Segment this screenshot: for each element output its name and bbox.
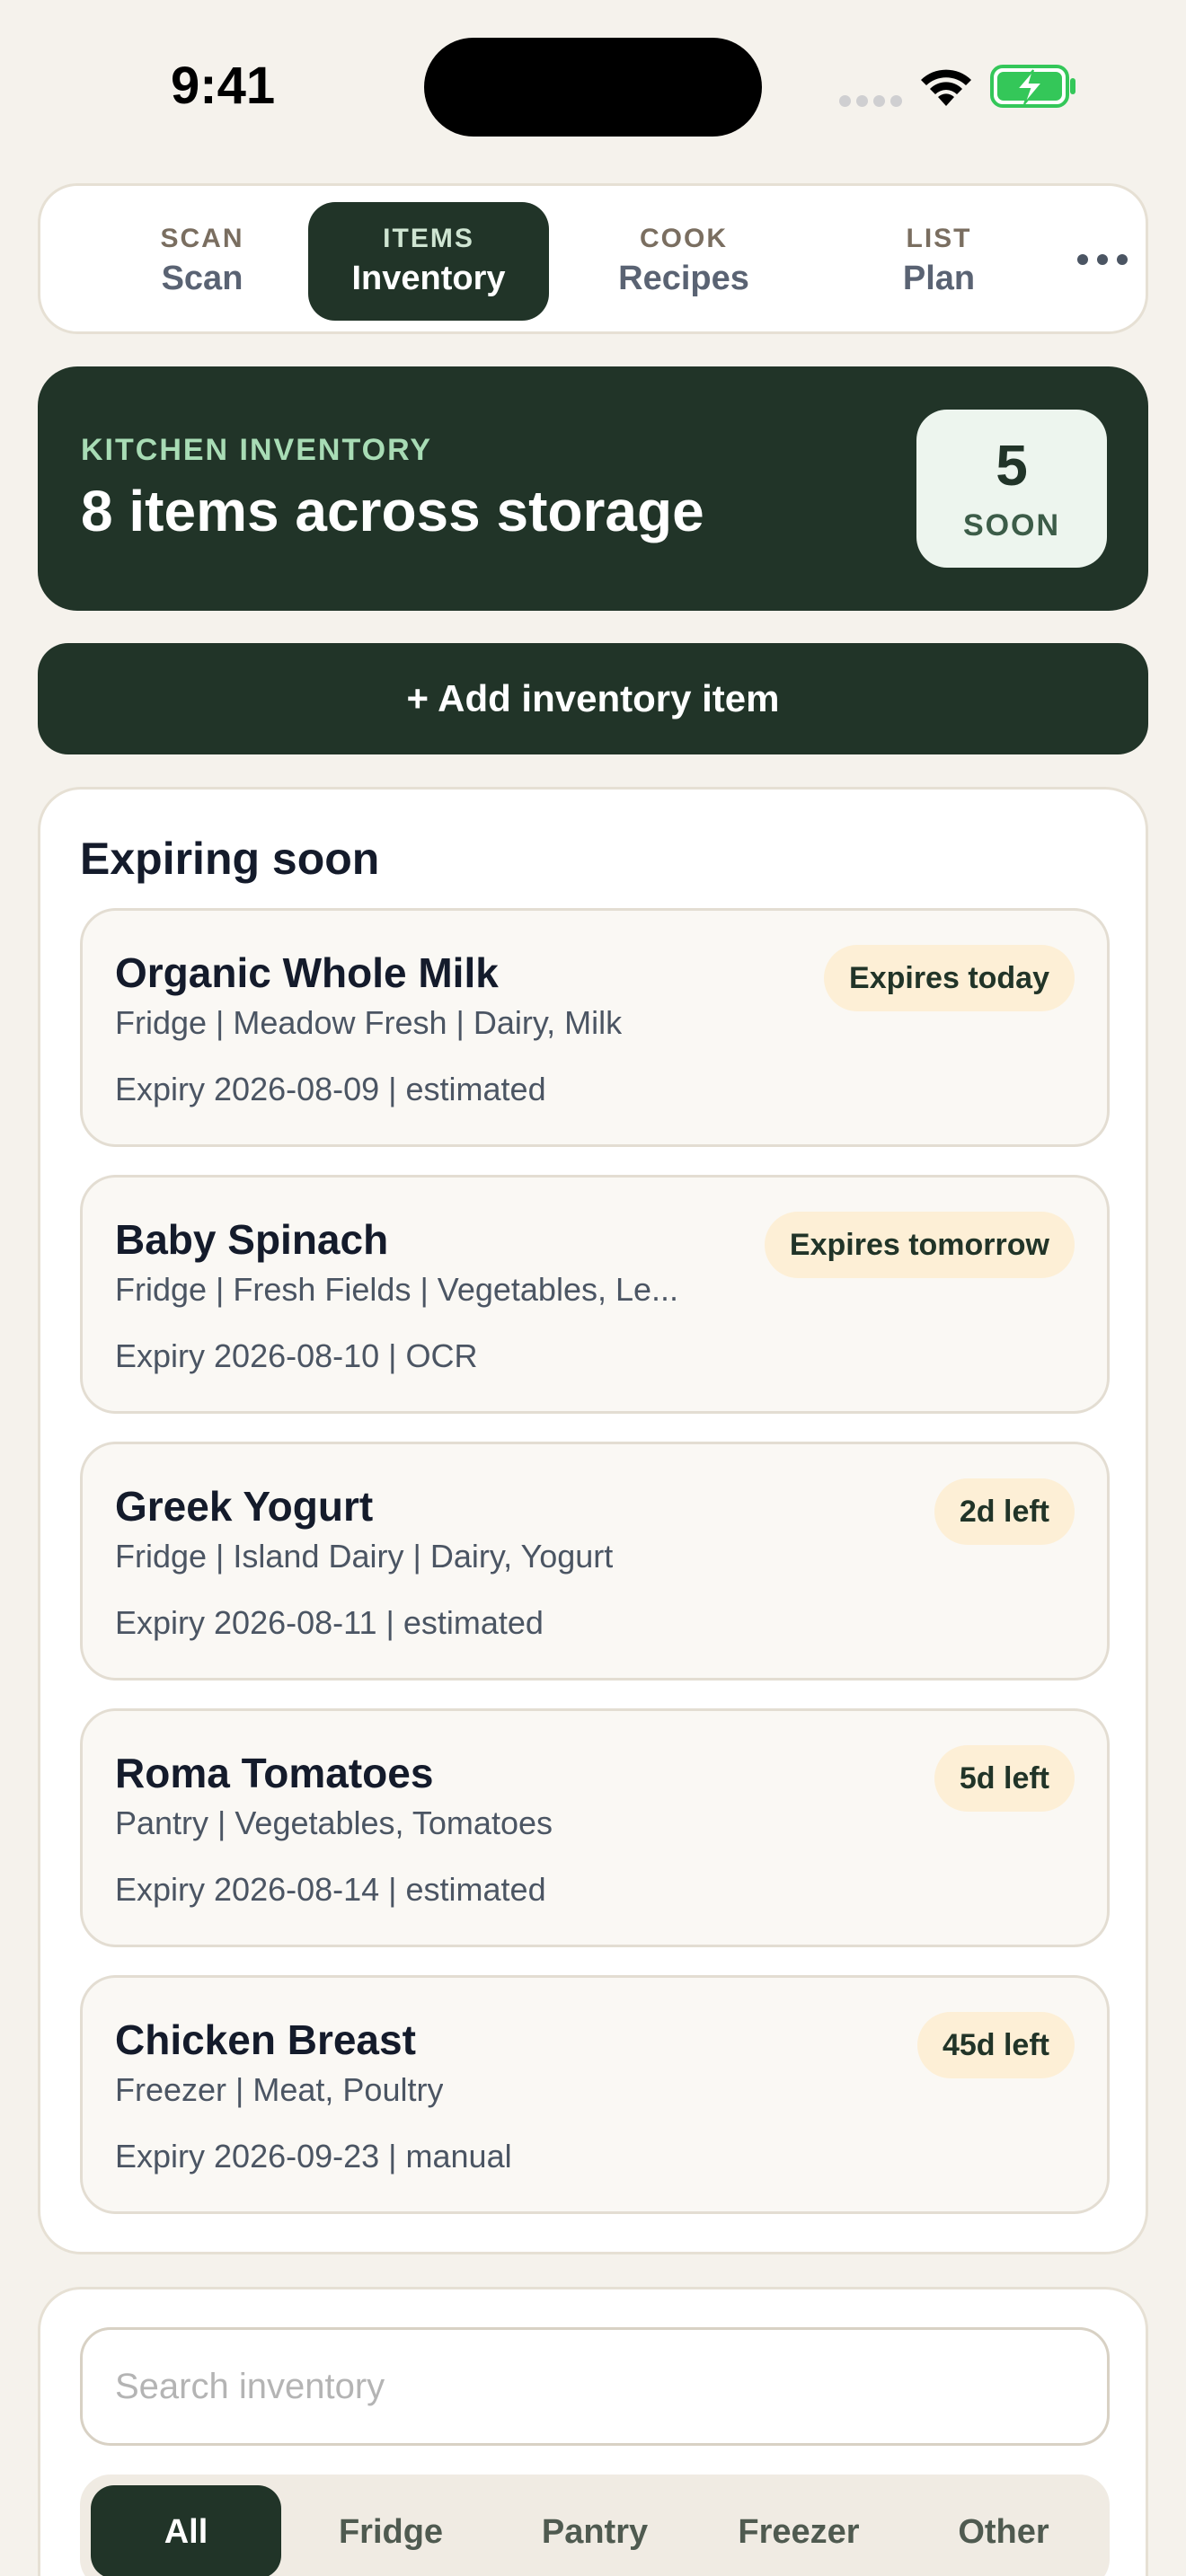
filter-other[interactable]: Other [908, 2485, 1099, 2576]
item-name: Greek Yogurt [115, 1483, 374, 1530]
tab-label: Recipes [618, 260, 749, 297]
item-expiry: Expiry 2026-08-14 | estimated [115, 1871, 546, 1908]
item-expiry: Expiry 2026-08-09 | estimated [115, 1071, 546, 1107]
add-inventory-item-button[interactable]: + Add inventory item [38, 643, 1148, 754]
inventory-summary-card: KITCHEN INVENTORY 8 items across storage… [38, 366, 1148, 611]
battery-charging-icon [990, 65, 1075, 108]
filter-freezer[interactable]: Freezer [704, 2485, 894, 2576]
wifi-icon [921, 69, 971, 106]
item-expiry: Expiry 2026-08-11 | estimated [115, 1604, 544, 1641]
summary-title: 8 items across storage [81, 479, 704, 543]
dynamic-island [424, 38, 762, 137]
item-name: Chicken Breast [115, 2016, 416, 2063]
search-filter-panel: All Fridge Pantry Freezer Other [38, 2287, 1148, 2576]
list-item[interactable]: Organic Whole Milk Fridge | Meadow Fresh… [80, 908, 1110, 1147]
tab-scan[interactable]: SCAN Scan [82, 202, 323, 321]
status-time: 9:41 [171, 57, 276, 115]
status-bar: 9:41 [0, 0, 1186, 171]
list-item[interactable]: Chicken Breast Freezer | Meat, Poultry E… [80, 1975, 1110, 2214]
tab-label: Plan [902, 260, 976, 297]
item-meta: Pantry | Vegetables, Tomatoes [115, 1804, 553, 1841]
more-horizontal-icon[interactable] [1075, 242, 1129, 278]
section-title: Expiring soon [80, 834, 380, 884]
soon-label: SOON [962, 508, 1061, 543]
item-expiry: Expiry 2026-09-23 | manual [115, 2138, 512, 2175]
tab-label: Inventory [351, 260, 506, 297]
expiry-badge: Expires today [824, 945, 1075, 1011]
summary-kicker: KITCHEN INVENTORY [81, 433, 433, 467]
item-name: Roma Tomatoes [115, 1750, 434, 1796]
list-item[interactable]: Roma Tomatoes Pantry | Vegetables, Tomat… [80, 1708, 1110, 1947]
filter-pantry[interactable]: Pantry [500, 2485, 690, 2576]
item-meta: Fridge | Fresh Fields | Vegetables, Le..… [115, 1271, 679, 1308]
soon-count-badge: 5 SOON [916, 410, 1107, 568]
item-expiry: Expiry 2026-08-10 | OCR [115, 1337, 478, 1374]
expiring-soon-panel: Expiring soon Organic Whole Milk Fridge … [38, 787, 1148, 2254]
inventory-screen: 9:41 SCAN Scan ITEMS Inventory COOK Reci… [0, 0, 1186, 2576]
tab-kicker: ITEMS [383, 224, 474, 253]
item-meta: Fridge | Meadow Fresh | Dairy, Milk [115, 1004, 623, 1041]
item-name: Organic Whole Milk [115, 949, 499, 996]
filter-fridge[interactable]: Fridge [296, 2485, 486, 2576]
expiry-badge: Expires tomorrow [764, 1212, 1075, 1278]
expiry-badge: 2d left [934, 1478, 1075, 1545]
list-item[interactable]: Greek Yogurt Fridge | Island Dairy | Dai… [80, 1442, 1110, 1681]
tab-kicker: SCAN [160, 224, 244, 253]
filter-all[interactable]: All [91, 2485, 281, 2576]
tab-inventory[interactable]: ITEMS Inventory [308, 202, 549, 321]
tab-plan[interactable]: LIST Plan [819, 202, 1059, 321]
storage-filter-bar: All Fridge Pantry Freezer Other [80, 2475, 1110, 2576]
tab-recipes[interactable]: COOK Recipes [563, 202, 804, 321]
search-input[interactable] [80, 2327, 1110, 2446]
item-meta: Freezer | Meat, Poultry [115, 2071, 444, 2108]
expiry-badge: 5d left [934, 1745, 1075, 1812]
tab-kicker: COOK [640, 224, 728, 253]
signal-icon [839, 90, 902, 108]
list-item[interactable]: Baby Spinach Fridge | Fresh Fields | Veg… [80, 1175, 1110, 1414]
expiry-badge: 45d left [916, 2012, 1075, 2078]
item-name: Baby Spinach [115, 1216, 389, 1263]
top-nav: SCAN Scan ITEMS Inventory COOK Recipes L… [38, 183, 1148, 334]
soon-count: 5 [996, 433, 1028, 498]
item-meta: Fridge | Island Dairy | Dairy, Yogurt [115, 1538, 614, 1575]
tab-label: Scan [161, 260, 243, 297]
tab-kicker: LIST [906, 224, 972, 253]
